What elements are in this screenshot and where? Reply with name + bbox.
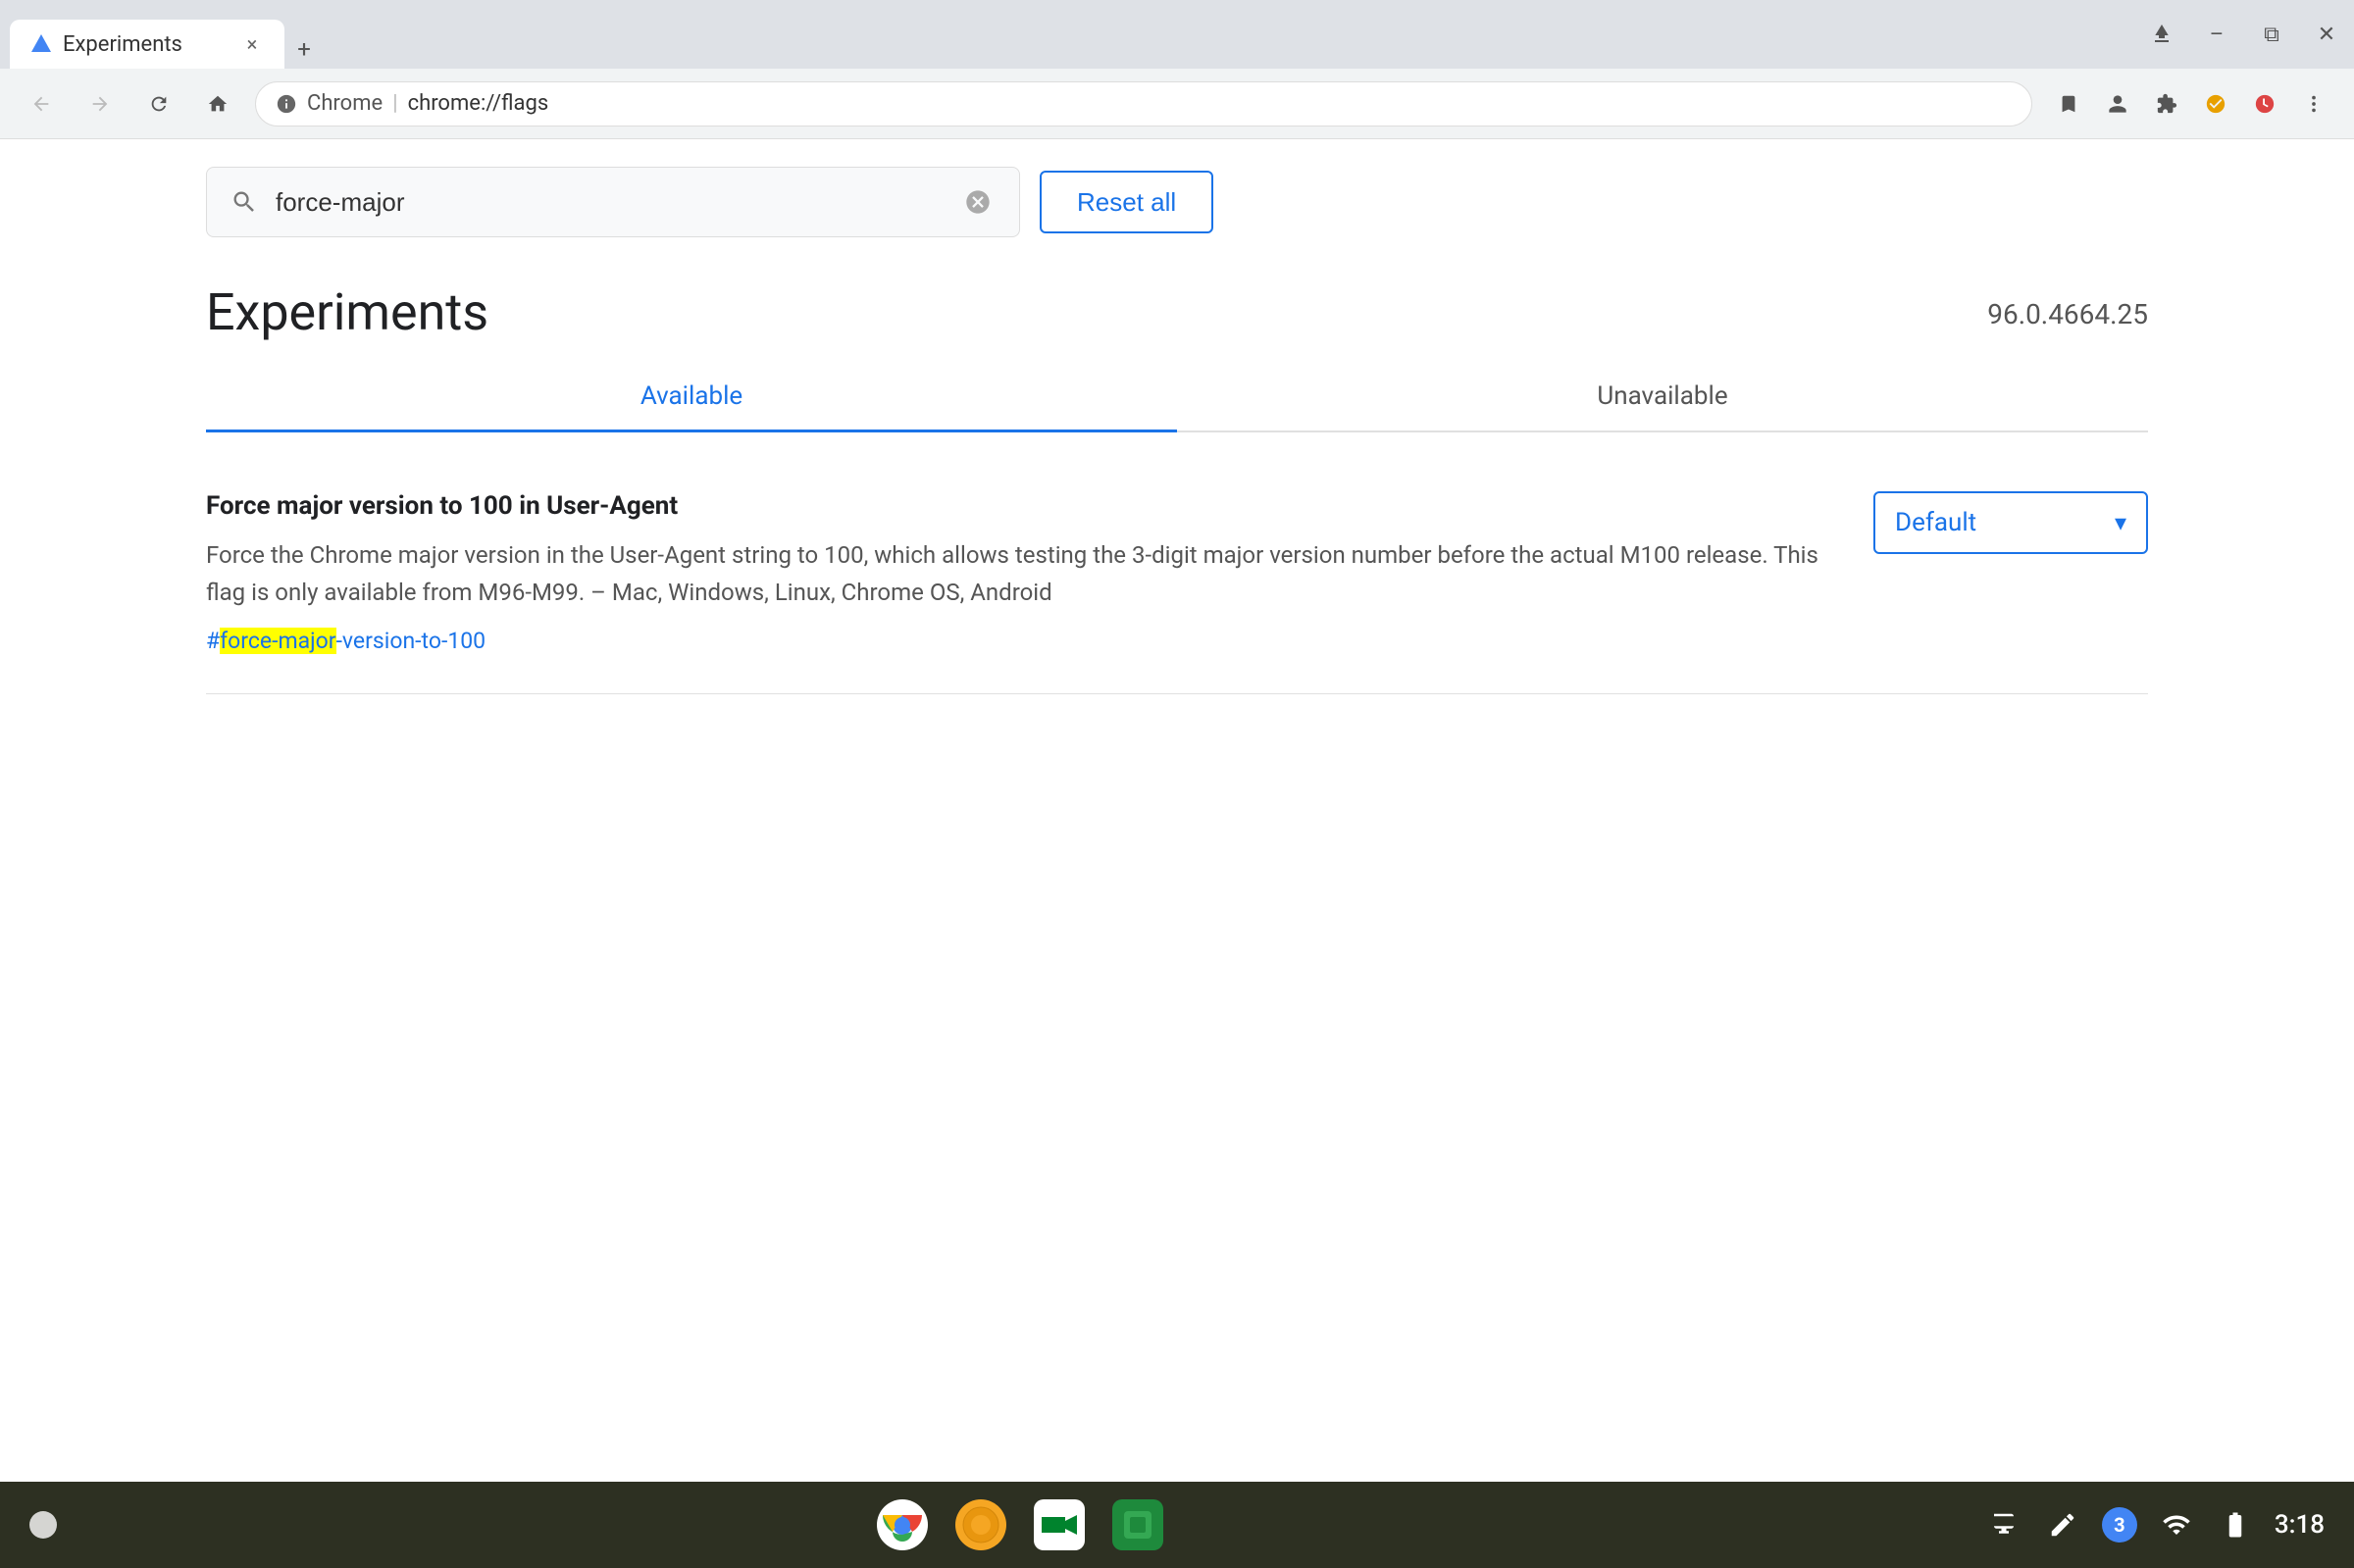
taskbar-wifi-icon[interactable] (2157, 1505, 2196, 1544)
flag-link[interactable]: #force-major-version-to-100 (206, 628, 486, 654)
reset-all-button[interactable]: Reset all (1040, 171, 1213, 233)
toolbar: Chrome | chrome://flags (0, 69, 2354, 139)
site-info-icon[interactable] (276, 93, 297, 115)
taskbar-right: 3 3:18 (1984, 1505, 2325, 1544)
flag-link-prefix: # (206, 628, 220, 654)
flag-entry: Force major version to 100 in User-Agent… (206, 472, 2148, 683)
taskbar-center (873, 1495, 1167, 1554)
taskbar-time: 3:18 (2275, 1510, 2325, 1540)
bookmark-button[interactable] (2048, 83, 2089, 125)
separator (206, 693, 2148, 694)
window-controls: – ⧉ ✕ (2144, 17, 2344, 52)
search-clear-button[interactable] (960, 184, 996, 220)
taskbar-meet-icon[interactable] (1030, 1495, 1089, 1554)
another-extension-button[interactable] (2244, 83, 2285, 125)
home-button[interactable] (196, 82, 239, 126)
download-icon[interactable] (2144, 17, 2179, 52)
tab-close-button[interactable]: × (239, 31, 265, 57)
close-button[interactable]: ✕ (2309, 17, 2344, 52)
taskbar-launcher-icon[interactable] (29, 1511, 57, 1539)
extension-action-button[interactable] (2195, 83, 2236, 125)
tab-available[interactable]: Available (206, 362, 1177, 430)
flag-dropdown-value: Default (1895, 508, 1976, 537)
taskbar-left (29, 1511, 57, 1539)
flag-dropdown-arrow-icon: ▾ (2115, 509, 2126, 536)
tab-unavailable[interactable]: Unavailable (1177, 362, 2148, 430)
taskbar-screen-icon[interactable] (1984, 1505, 2023, 1544)
forward-button[interactable] (78, 82, 122, 126)
flag-description: Force the Chrome major version in the Us… (206, 536, 1834, 612)
more-menu-button[interactable] (2293, 83, 2334, 125)
tabs-row: Available Unavailable (206, 362, 2148, 432)
refresh-button[interactable] (137, 82, 180, 126)
tab-area: Experiments × + (10, 0, 2138, 69)
profile-button[interactable] (2097, 83, 2138, 125)
taskbar: 3 3:18 (0, 1482, 2354, 1568)
title-bar: Experiments × + – ⧉ ✕ (0, 0, 2354, 69)
omnibox[interactable]: Chrome | chrome://flags (255, 81, 2032, 126)
taskbar-chrome-icon[interactable] (873, 1495, 932, 1554)
tab-title: Experiments (63, 32, 230, 57)
search-input[interactable] (276, 187, 943, 218)
main-content: Experiments 96.0.4664.25 Available Unava… (0, 237, 2354, 1482)
search-box[interactable] (206, 167, 1020, 237)
flag-dropdown[interactable]: Default ▾ (1873, 491, 2148, 554)
new-tab-button[interactable]: + (284, 29, 324, 69)
page-title: Experiments (206, 282, 488, 342)
taskbar-battery-icon[interactable] (2216, 1505, 2255, 1544)
flag-title: Force major version to 100 in User-Agent (206, 491, 1834, 521)
omnibox-url[interactable]: chrome://flags (408, 91, 2012, 116)
active-tab[interactable]: Experiments × (10, 20, 284, 69)
version-text: 96.0.4664.25 (1987, 298, 2148, 330)
taskbar-stylus-icon[interactable] (2043, 1505, 2082, 1544)
omnibox-site-label: Chrome (307, 91, 383, 116)
toolbar-action-icons (2048, 83, 2334, 125)
flag-link-suffix: -version-to-100 (336, 628, 486, 654)
taskbar-app4-icon[interactable] (1108, 1495, 1167, 1554)
search-icon (230, 188, 258, 216)
search-bar-area: Reset all (0, 139, 2354, 237)
taskbar-app2-icon[interactable] (951, 1495, 1010, 1554)
extensions-button[interactable] (2146, 83, 2187, 125)
flag-link-highlight: force-major (220, 628, 335, 654)
tab-favicon (29, 32, 53, 56)
flag-info: Force major version to 100 in User-Agent… (206, 491, 1834, 654)
taskbar-badge-3[interactable]: 3 (2102, 1507, 2137, 1543)
page-header: Experiments 96.0.4664.25 (206, 237, 2148, 362)
back-button[interactable] (20, 82, 63, 126)
restore-button[interactable]: ⧉ (2254, 17, 2289, 52)
minimize-button[interactable]: – (2199, 17, 2234, 52)
